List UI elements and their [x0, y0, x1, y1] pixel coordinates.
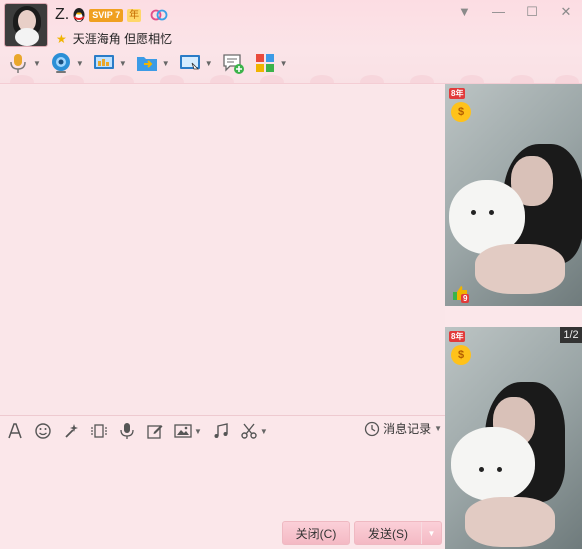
folder-icon — [136, 57, 157, 71]
message-history-button[interactable]: 消息记录 ▼ — [364, 420, 442, 437]
scissors-icon — [241, 423, 257, 439]
contact-photo-panel: 8年 $ 9 8年 $ 1/2 — [445, 84, 582, 549]
chevron-down-icon[interactable]: ▼ — [76, 59, 84, 68]
dropdown-icon[interactable]: ▼ — [458, 4, 471, 20]
send-button-label: 发送(S) — [368, 526, 408, 541]
font-icon[interactable] — [6, 422, 24, 440]
thumb-count: 9 — [461, 294, 470, 303]
send-options-chevron-icon[interactable]: ▼ — [421, 522, 441, 544]
signature-text[interactable]: 天涯海角 但愿相忆 — [73, 30, 172, 47]
coin-icon: $ — [451, 102, 471, 122]
contact-name[interactable]: Z. — [55, 6, 69, 24]
contact-photo[interactable]: 8年 $ 1/2 — [445, 327, 582, 549]
close-icon[interactable]: ✕ — [560, 4, 572, 20]
level-badge: 8年 — [449, 88, 466, 99]
music-icon[interactable] — [212, 422, 230, 440]
file-transfer-button[interactable]: ▼ — [135, 50, 170, 76]
clock-icon — [364, 421, 380, 436]
divider — [0, 415, 445, 416]
chevron-down-icon[interactable]: ▼ — [194, 427, 202, 436]
contact-name-row: Z. SVIP 7 年 — [55, 5, 168, 25]
message-history-area[interactable] — [0, 85, 445, 415]
message-add-icon — [222, 54, 244, 74]
star-icon: ★ — [56, 31, 67, 46]
screenshot-button[interactable]: ▼ — [240, 422, 268, 440]
chevron-down-icon: ▼ — [434, 424, 442, 433]
video-camera-icon — [51, 53, 70, 73]
coin-icon: $ — [451, 345, 471, 365]
chevron-down-icon[interactable]: ▼ — [260, 427, 268, 436]
voice-message-icon[interactable] — [118, 422, 136, 440]
history-label: 消息记录 — [383, 422, 432, 436]
chat-header: Z. SVIP 7 年 ★ 天涯海角 但愿相忆 ▼ — ☐ ✕ ▼ ▼ ▼ ▼ … — [0, 0, 582, 84]
level-badge: 8年 — [449, 331, 466, 342]
apps-icon — [255, 54, 274, 72]
shake-window-icon[interactable] — [90, 422, 108, 440]
send-button[interactable]: 发送(S) ▼ — [354, 521, 442, 545]
close-button-label: 关闭(C) — [295, 526, 337, 541]
qq-link-icon[interactable] — [150, 9, 168, 21]
maximize-icon[interactable]: ☐ — [526, 4, 538, 20]
image-icon — [174, 424, 192, 438]
voice-call-button[interactable]: ▼ — [6, 50, 41, 76]
contact-avatar[interactable] — [4, 3, 48, 47]
image-button[interactable]: ▼ — [174, 422, 202, 440]
chevron-down-icon[interactable]: ▼ — [33, 59, 41, 68]
screen-share-icon — [93, 55, 114, 69]
window-controls: ▼ — ☐ ✕ — [458, 4, 572, 20]
magic-wand-icon[interactable] — [62, 422, 80, 440]
input-toolbar: ▼ ▼ 消息记录 ▼ — [6, 420, 446, 442]
page-indicator: 1/2 — [560, 327, 582, 343]
svip-badge[interactable]: SVIP 7 — [89, 8, 124, 22]
chevron-down-icon[interactable]: ▼ — [280, 59, 288, 68]
chevron-down-icon[interactable]: ▼ — [162, 59, 170, 68]
contact-photo[interactable]: 8年 $ 9 — [445, 84, 582, 306]
emoji-icon[interactable] — [34, 422, 52, 440]
edit-icon[interactable] — [146, 422, 164, 440]
chevron-down-icon[interactable]: ▼ — [119, 59, 127, 68]
chevron-down-icon[interactable]: ▼ — [205, 59, 213, 68]
microphone-icon — [10, 54, 26, 73]
video-call-button[interactable]: ▼ — [49, 50, 84, 76]
minimize-icon[interactable]: — — [492, 4, 505, 20]
apps-button[interactable]: ▼ — [253, 50, 288, 76]
screen-share-button[interactable]: ▼ — [92, 50, 127, 76]
year-badge: 年 — [127, 8, 142, 22]
signature-row: ★ 天涯海角 但愿相忆 — [56, 30, 172, 47]
remote-desktop-button[interactable]: ▼ — [178, 50, 213, 76]
chat-toolbar: ▼ ▼ ▼ ▼ ▼ ▼ — [6, 50, 288, 76]
qq-penguin-icon — [73, 8, 85, 22]
remote-desktop-icon — [179, 55, 200, 70]
send-message-button[interactable] — [221, 50, 245, 76]
close-button[interactable]: 关闭(C) — [282, 521, 350, 545]
